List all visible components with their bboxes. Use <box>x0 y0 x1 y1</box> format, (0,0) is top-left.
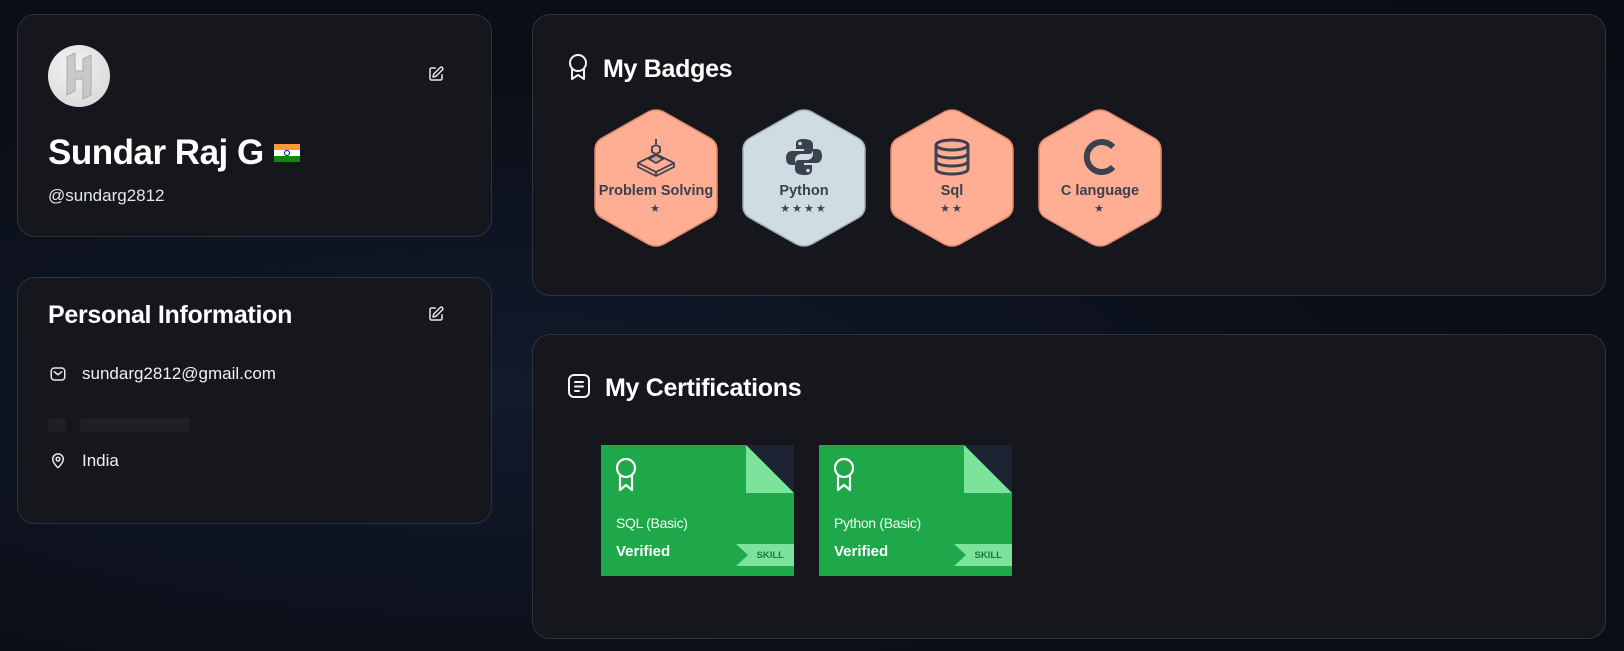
badge-problem-solving[interactable]: Problem Solving ★ <box>593 109 719 247</box>
badge-stars: ★★★★ <box>780 203 828 215</box>
python-icon <box>782 135 826 179</box>
certificate-name: SQL (Basic) <box>616 515 688 531</box>
problem-solving-icon <box>634 135 678 179</box>
email-row: sundarg2812@gmail.com <box>48 364 276 384</box>
hidden-row-placeholder <box>48 418 190 432</box>
certificate-doc-icon <box>567 373 591 404</box>
personal-info-title: Personal Information <box>48 301 293 329</box>
profile-handle: @sundarg2812 <box>48 186 165 205</box>
personal-info-card: Personal Information sundarg2812@gmail.c… <box>17 277 492 524</box>
badge-sql[interactable]: Sql ★★ <box>889 109 1015 247</box>
badges-title: My Badges <box>603 55 733 83</box>
certifications-card: My Certifications SQL (Basic) Verified S… <box>532 334 1606 639</box>
badges-card: My Badges Problem Solving ★ Python ★★★★ … <box>532 14 1606 296</box>
avatar[interactable] <box>48 45 110 107</box>
badge-stars: ★★ <box>940 203 964 215</box>
email-value: sundarg2812@gmail.com <box>82 364 276 383</box>
edit-icon <box>429 306 444 321</box>
skill-tag: SKILL <box>954 544 1012 566</box>
badge-label: C language <box>1060 183 1140 199</box>
certifications-title: My Certifications <box>605 374 802 402</box>
mail-icon <box>48 364 68 384</box>
edit-personal-info-button[interactable] <box>425 303 447 325</box>
certifications-list: SQL (Basic) Verified SKILL Python (Basic… <box>601 445 1012 576</box>
location-row: India <box>48 451 119 471</box>
certificate-python[interactable]: Python (Basic) Verified SKILL <box>819 445 1012 576</box>
page-fold-icon <box>746 445 794 493</box>
edit-icon <box>429 66 444 81</box>
avatar-logo-icon <box>66 52 92 100</box>
award-ribbon-icon <box>615 457 637 492</box>
india-flag-icon <box>273 144 300 162</box>
skill-tag: SKILL <box>736 544 794 566</box>
badge-c-language[interactable]: C language ★ <box>1037 109 1163 247</box>
badge-stars: ★ <box>650 203 662 215</box>
certifications-title-row: My Certifications <box>567 373 802 404</box>
badges-list: Problem Solving ★ Python ★★★★ Sql ★★ C l… <box>593 109 1163 247</box>
page-fold-icon <box>964 445 1012 493</box>
certificate-status: Verified <box>834 543 889 560</box>
c-language-icon <box>1078 135 1122 179</box>
badge-label: Sql <box>940 183 964 199</box>
badge-label: Python <box>779 183 829 199</box>
award-ribbon-icon <box>833 457 855 492</box>
edit-profile-button[interactable] <box>425 63 447 85</box>
location-pin-icon <box>48 451 68 471</box>
profile-card: Sundar Raj G @sundarg2812 <box>17 14 492 237</box>
certificate-status: Verified <box>616 543 671 560</box>
profile-name: Sundar Raj G <box>48 133 264 172</box>
certificate-sql[interactable]: SQL (Basic) Verified SKILL <box>601 445 794 576</box>
location-value: India <box>82 451 119 470</box>
badge-python[interactable]: Python ★★★★ <box>741 109 867 247</box>
certificate-name: Python (Basic) <box>834 515 921 531</box>
badge-label: Problem Solving <box>598 183 714 199</box>
badge-stars: ★ <box>1094 203 1106 215</box>
award-icon <box>567 53 589 86</box>
badges-title-row: My Badges <box>567 53 733 86</box>
database-icon <box>930 135 974 179</box>
profile-name-row: Sundar Raj G <box>48 133 300 173</box>
